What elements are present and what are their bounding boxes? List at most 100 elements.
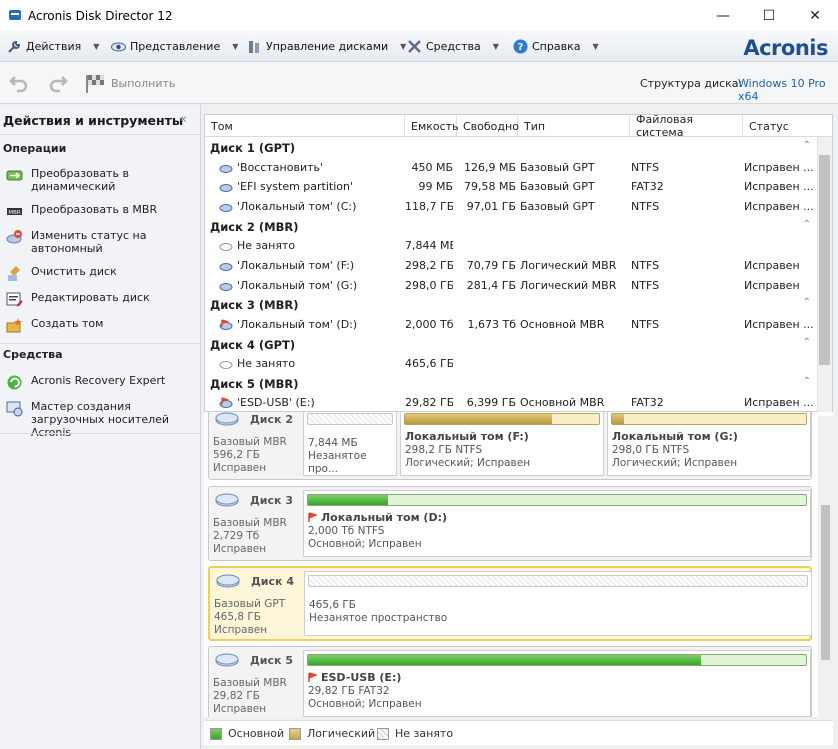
disk-meta: Базовый MBR 29,82 ГБ Исправен [213, 677, 287, 716]
disk-size: 465,8 ГБ [214, 611, 262, 623]
partition-block[interactable]: 7,844 МБ Незанятое про... [303, 412, 397, 476]
redo-icon[interactable] [47, 72, 69, 94]
table-group-row[interactable]: Диск 2 (MBR) ⌃ [205, 217, 817, 237]
menu-view[interactable]: Представление ▼ [110, 31, 238, 62]
cell-free: 70,79 ГБ [466, 258, 516, 272]
disk-info[interactable]: Диск 3 Базовый MBR 2,729 Тб Исправен [209, 487, 298, 560]
execute-button[interactable]: Выполнить [111, 77, 175, 90]
collapse-chevron-icon[interactable]: ⌃ [803, 376, 811, 387]
disk-map-scrollbar-thumb[interactable] [821, 505, 830, 660]
offline-status-icon [6, 230, 22, 244]
chevron-down-icon: ▼ [492, 42, 499, 51]
wrench-icon [6, 39, 22, 55]
disk-name: Диск 5 [250, 654, 293, 667]
table-row[interactable]: 'Локальный том' (F:) 298,2 ГБ 70,79 ГБ Логи… [205, 256, 817, 276]
partition-meta: 465,6 ГБ Незанятое пространство [309, 599, 447, 625]
chevron-down-icon: ▼ [93, 42, 100, 51]
sidebar-item-create-volume[interactable]: Создать том [6, 317, 198, 334]
table-group-row[interactable]: Диск 3 (MBR) ⌃ [205, 295, 817, 315]
disk-card[interactable]: Диск 5 Базовый MBR 29,82 ГБ Исправен ESD-USB… [208, 646, 812, 717]
cell-status: Исправен ... [744, 396, 814, 410]
table-row[interactable]: 'ESD-USB' (E:) 29,82 ГБ 6,399 ГБ Основной M… [205, 393, 817, 413]
table-row[interactable]: Не занято 7,844 МБ [205, 236, 817, 256]
column-header-capacity[interactable]: Емкость [405, 115, 459, 137]
sidebar-item-convert-mbr[interactable]: MBR Преобразовать в MBR [6, 203, 198, 220]
disk-card[interactable]: Диск 4 Базовый GPT 465,8 ГБ Исправен 465,6 Г… [208, 566, 812, 641]
collapse-chevron-icon[interactable]: ⌃ [803, 219, 811, 230]
minimize-button[interactable]: — [700, 0, 746, 31]
menu-disk-management[interactable]: Управление дисками ▼ [246, 31, 406, 62]
disk-icon [215, 412, 239, 426]
legend-logical: Логический [289, 727, 375, 740]
bootable-media-icon [6, 401, 23, 417]
table-row[interactable]: 'Восстановить' 450 МБ 126,9 МБ Базовый GPT N… [205, 158, 817, 178]
table-group-row[interactable]: Диск 1 (GPT) ⌃ [205, 138, 817, 158]
collapse-chevron-icon[interactable]: ⌃ [803, 140, 811, 151]
window-title: Acronis Disk Director 12 [28, 9, 173, 23]
menu-help[interactable]: ? Справка ▼ [512, 31, 599, 62]
sidebar-item-convert-dynamic[interactable]: Преобразовать в динамический [6, 167, 198, 193]
sidebar-item-label: Очистить диск [31, 265, 117, 278]
partition-size: 465,6 ГБ [309, 599, 357, 611]
partition-status: Основной; Исправен [308, 698, 422, 710]
disk-info[interactable]: Диск 5 Базовый MBR 29,82 ГБ Исправен [209, 647, 298, 717]
column-header-filesystem[interactable]: Файловая система [630, 113, 743, 139]
table-row[interactable]: 'EFI system partition' 99 МБ 79,58 МБ Базов… [205, 177, 817, 197]
partition-block[interactable]: Локальный том (D:) 2,000 Тб NTFS Основной;… [303, 490, 811, 557]
table-row[interactable]: 'Локальный том' (G:) 298,0 ГБ 281,4 ГБ Логи… [205, 276, 817, 296]
table-row[interactable]: Не занято 465,6 ГБ [205, 354, 817, 374]
partition-name: Локальный том (F:) [405, 430, 529, 443]
partition-block[interactable]: 465,6 ГБ Незанятое пространство [304, 571, 812, 636]
column-header-volume[interactable]: Том [205, 115, 405, 137]
partition-block[interactable]: ESD-USB (E:) 29,82 ГБ FAT32 Основной; Испр… [303, 650, 811, 717]
menu-tools[interactable]: Средства ▼ [406, 31, 499, 62]
maximize-button[interactable]: ☐ [746, 0, 792, 31]
menu-label: Управление дисками [266, 40, 389, 53]
partition-size: 7,844 МБ [308, 437, 358, 449]
checkered-flag-icon[interactable] [84, 72, 108, 94]
table-row[interactable]: 'Локальный том' (C:) 118,7 ГБ 97,01 ГБ Базо… [205, 197, 817, 217]
table-header: Том Емкость Свободно Тип Файловая систем… [205, 113, 832, 139]
cell-fs: NTFS [631, 258, 660, 272]
recovery-expert-icon [7, 375, 22, 390]
partition-usage-fill [308, 495, 388, 505]
partition-name: Локальный том (D:) [308, 511, 447, 524]
table-group-row[interactable]: Диск 4 (GPT) ⌃ [205, 335, 817, 355]
table-scrollbar-thumb[interactable] [819, 155, 830, 365]
disk-card[interactable]: Диск 3 Базовый MBR 2,729 Тб Исправен Локальн… [208, 486, 812, 561]
svg-text:?: ? [517, 42, 523, 53]
svg-text:MBR: MBR [8, 210, 21, 216]
partition-block[interactable]: Локальный том (G:) 298,0 ГБ NTFS Логически… [607, 412, 811, 476]
cell-cap: 99 МБ [418, 180, 453, 194]
partition-block[interactable]: Локальный том (F:) 298,2 ГБ NTFS Логически… [400, 412, 604, 476]
sidebar-item-recovery-expert[interactable]: Acronis Recovery Expert [6, 374, 198, 391]
table-row[interactable]: 'Локальный том' (D:) 2,000 Тб 1,673 Тб Осно… [205, 315, 817, 335]
disk-structure-link[interactable]: Windows 10 Pro x64 [738, 77, 838, 103]
cell-name: 'Локальный том' (F:) [237, 258, 355, 272]
table-group-row[interactable]: Диск 5 (MBR) ⌃ [205, 374, 817, 394]
column-header-free[interactable]: Свободно [457, 115, 519, 137]
cell-name: 'Локальный том' (C:) [237, 199, 357, 213]
volume-icon [219, 184, 233, 193]
column-header-status[interactable]: Статус [743, 115, 817, 137]
undo-icon[interactable] [8, 72, 30, 94]
sidebar-item-edit-disk[interactable]: Редактировать диск [6, 291, 198, 308]
menu-label: Действия [26, 40, 82, 53]
cell-cap: 450 МБ [411, 160, 453, 174]
menu-actions[interactable]: Действия ▼ [6, 31, 99, 62]
disk-info[interactable]: Диск 4 Базовый GPT 465,8 ГБ Исправен [210, 568, 299, 639]
column-header-type[interactable]: Тип [518, 115, 630, 137]
collapse-chevron-icon[interactable]: ⌃ [803, 297, 811, 308]
sidebar-item-clean-disk[interactable]: Очистить диск [6, 265, 198, 282]
partition-status: Незанятое про... [308, 450, 367, 475]
cell-fs: NTFS [631, 278, 660, 292]
collapse-sidebar-button[interactable]: « [179, 112, 187, 127]
partition-label: Локальный том (F:) [405, 430, 529, 443]
close-button[interactable]: ✕ [792, 0, 838, 31]
cell-type: Основной MBR [520, 317, 605, 331]
disk-info[interactable]: Диск 2 Базовый MBR 596,2 ГБ Исправен [209, 412, 298, 479]
disk-card[interactable]: Диск 2 Базовый MBR 596,2 ГБ Исправен 7,844 М… [208, 412, 812, 480]
partition-status: Основной; Исправен [308, 538, 422, 550]
collapse-chevron-icon[interactable]: ⌃ [803, 337, 811, 348]
sidebar-item-offline[interactable]: Изменить статус на автономный [6, 229, 198, 255]
